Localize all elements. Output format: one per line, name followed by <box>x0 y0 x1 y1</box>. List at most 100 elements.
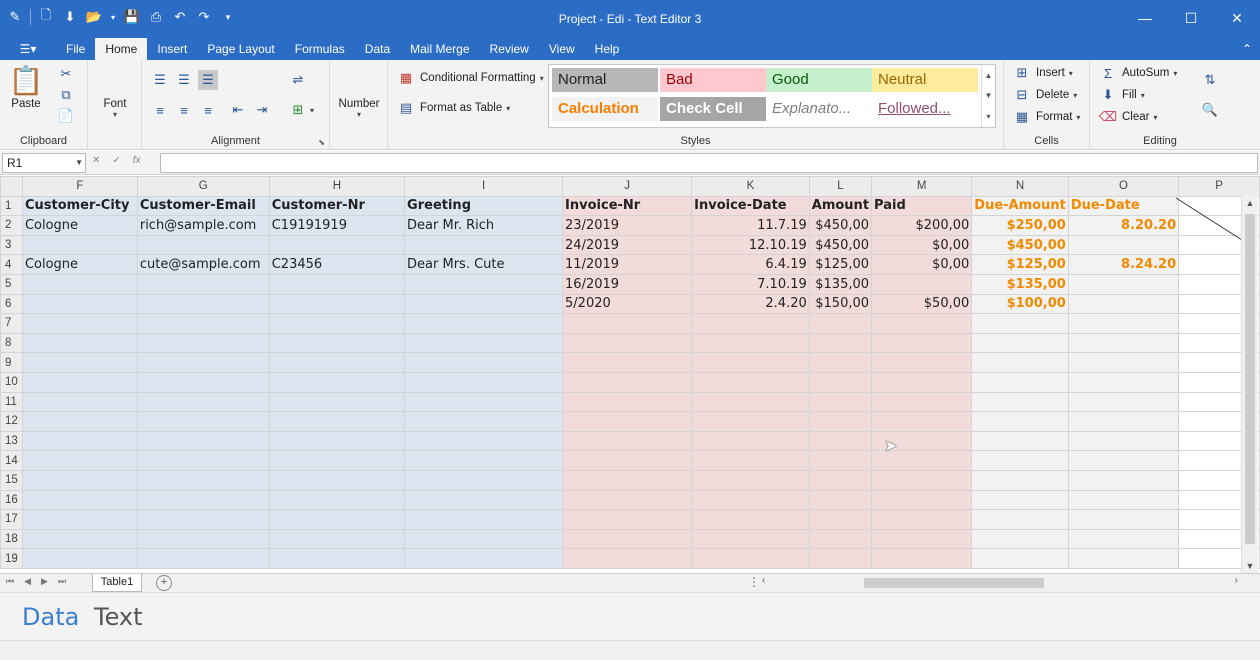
chevron-down-icon[interactable]: ▼ <box>985 91 993 100</box>
cell[interactable] <box>268 293 406 315</box>
cell[interactable] <box>871 332 973 354</box>
cell[interactable] <box>1067 352 1180 373</box>
cell[interactable]: Invoice-Date <box>691 195 810 217</box>
chevron-right-icon[interactable]: › <box>1235 575 1238 586</box>
cell[interactable]: $200,00 <box>871 215 973 236</box>
cell[interactable] <box>404 430 564 452</box>
cell[interactable] <box>268 273 406 295</box>
cell[interactable] <box>1067 548 1180 569</box>
cell[interactable] <box>808 371 873 393</box>
cell[interactable]: $0,00 <box>871 234 973 256</box>
cell[interactable]: C23456 <box>268 254 406 275</box>
row-header[interactable]: 6 <box>0 293 23 315</box>
cell[interactable] <box>1067 450 1180 471</box>
cell[interactable] <box>21 273 138 295</box>
style-normal[interactable]: Normal <box>552 68 658 92</box>
cell[interactable] <box>404 391 564 413</box>
cell[interactable] <box>562 469 693 491</box>
cell[interactable]: $450,00 <box>971 234 1069 256</box>
cell[interactable] <box>808 352 873 373</box>
cell[interactable] <box>404 411 564 432</box>
cell[interactable] <box>971 332 1069 354</box>
cell[interactable] <box>691 548 810 569</box>
horizontal-scrollbar[interactable]: ‹ › <box>760 575 1244 591</box>
cell[interactable] <box>136 469 270 491</box>
cell[interactable]: $250,00 <box>971 215 1069 236</box>
styles-gallery-scroll[interactable]: ▲ ▼ ▾ <box>981 65 995 127</box>
cell[interactable]: rich@sample.com <box>136 215 270 236</box>
cell[interactable] <box>136 411 270 432</box>
cell[interactable] <box>808 332 873 354</box>
cell[interactable] <box>691 489 810 511</box>
cell[interactable] <box>136 234 270 256</box>
cell[interactable] <box>871 352 973 373</box>
cell[interactable]: $450,00 <box>808 215 873 236</box>
cell[interactable] <box>691 528 810 550</box>
cell[interactable]: 8.20.20 <box>1067 215 1180 236</box>
cell[interactable] <box>268 509 406 530</box>
cell[interactable] <box>971 371 1069 393</box>
cell[interactable] <box>21 548 138 569</box>
tab-data[interactable]: Data <box>355 38 400 60</box>
cell[interactable] <box>268 234 406 256</box>
cell[interactable] <box>21 313 138 334</box>
cell[interactable]: $125,00 <box>808 254 873 275</box>
cell[interactable] <box>404 450 564 471</box>
close-icon[interactable]: ✕ <box>1214 0 1260 36</box>
tab-help[interactable]: Help <box>585 38 630 60</box>
cell[interactable] <box>691 469 810 491</box>
conditional-formatting-button[interactable]: ▦ Conditional Formatting ▾ <box>396 68 544 88</box>
cell[interactable] <box>808 411 873 432</box>
row-header[interactable]: 1 <box>0 195 23 217</box>
cell[interactable] <box>871 548 973 569</box>
cell[interactable] <box>808 528 873 550</box>
cell[interactable]: $100,00 <box>971 293 1069 315</box>
cell[interactable] <box>404 489 564 511</box>
chevron-left-icon[interactable]: ‹ <box>762 575 765 586</box>
cell[interactable] <box>971 352 1069 373</box>
column-header-m[interactable]: M <box>871 176 973 197</box>
cell[interactable]: Customer-Nr <box>268 195 406 217</box>
find-icon[interactable]: 🔍 <box>1200 100 1220 120</box>
tab-formulas[interactable]: Formulas <box>285 38 355 60</box>
increase-indent-icon[interactable]: ⇥ <box>252 100 272 120</box>
cell[interactable] <box>21 469 138 491</box>
cell[interactable] <box>268 430 406 452</box>
confirm-icon[interactable]: ✓ <box>112 155 120 166</box>
cell[interactable]: Customer-Email <box>136 195 270 217</box>
align-top-icon[interactable]: ☰ <box>150 70 170 90</box>
autosum-button[interactable]: Σ AutoSum ▾ <box>1098 63 1177 83</box>
row-header[interactable]: 13 <box>0 430 23 452</box>
cell[interactable]: Customer-City <box>21 195 138 217</box>
tab-view[interactable]: View <box>539 38 585 60</box>
cell[interactable] <box>562 450 693 471</box>
cut-icon[interactable]: ✂ <box>56 64 76 84</box>
style-check-cell[interactable]: Check Cell <box>660 97 766 121</box>
delete-cells-button[interactable]: ⊟ Delete ▾ <box>1012 85 1078 105</box>
cell[interactable]: Paid <box>871 195 973 217</box>
cell[interactable] <box>971 469 1069 491</box>
cell[interactable] <box>136 509 270 530</box>
cell[interactable] <box>808 548 873 569</box>
style-followed-hyperlink[interactable]: Followed... <box>872 97 978 121</box>
cell[interactable] <box>404 293 564 315</box>
cell[interactable] <box>404 273 564 295</box>
cell[interactable]: 7.10.19 <box>691 273 810 295</box>
cell[interactable] <box>404 469 564 491</box>
vertical-scrollbar[interactable]: ▲ ▼ <box>1241 196 1258 573</box>
cell[interactable] <box>691 450 810 471</box>
cell[interactable]: 23/2019 <box>562 215 693 236</box>
column-header-p[interactable]: P <box>1178 176 1260 197</box>
next-sheet-icon[interactable]: ▶ <box>41 576 48 587</box>
cell[interactable] <box>971 509 1069 530</box>
cell[interactable]: 16/2019 <box>562 273 693 295</box>
row-header[interactable]: 3 <box>0 234 23 256</box>
column-header-f[interactable]: F <box>21 176 138 197</box>
cell[interactable] <box>268 352 406 373</box>
format-cells-button[interactable]: ▦ Format ▾ <box>1012 107 1081 127</box>
cell[interactable] <box>562 489 693 511</box>
tab-page-layout[interactable]: Page Layout <box>197 38 284 60</box>
font-button[interactable]: Font ▾ <box>88 98 142 119</box>
maximize-icon[interactable]: ☐ <box>1168 0 1214 36</box>
paste-special-icon[interactable]: 📄 <box>56 106 76 126</box>
